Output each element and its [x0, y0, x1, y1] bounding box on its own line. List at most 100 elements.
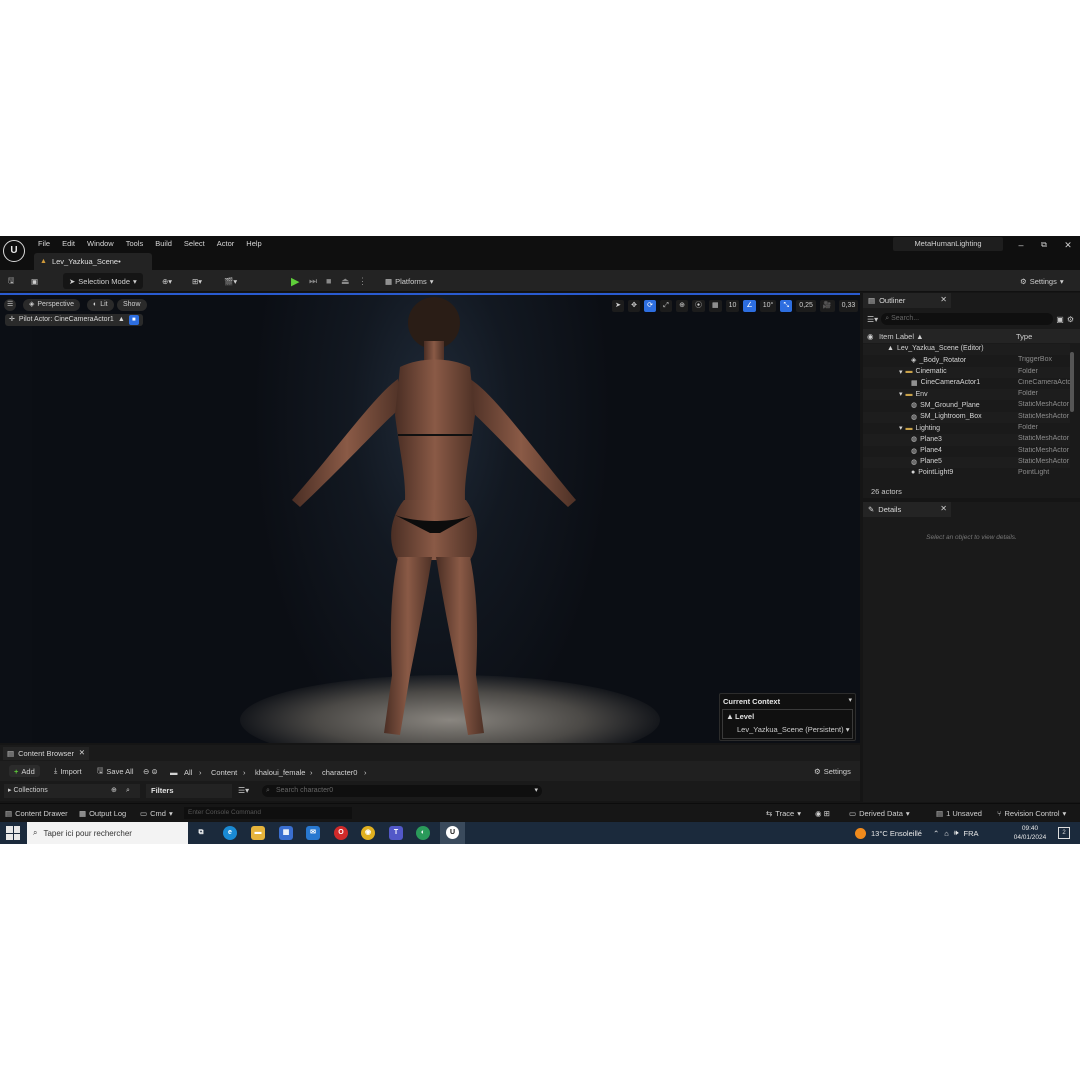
trace-dropdown[interactable]: ⇆ Trace ▾ [766, 808, 801, 819]
opera-icon[interactable]: O [334, 826, 348, 840]
level-viewport[interactable]: ☰ ◈ Perspective ◐ Lit Show ✛ Pilot Actor… [0, 293, 860, 743]
outliner-row[interactable]: ◍ Plane5 StaticMeshActor [863, 456, 1070, 469]
step-icon[interactable]: ⏭ [309, 273, 317, 289]
outliner-row[interactable]: ◍ SM_Ground_Plane StaticMeshActor [863, 400, 1070, 411]
scale-snap-value[interactable]: 0,25 [796, 299, 816, 312]
lock-icon[interactable]: ▲ [118, 314, 125, 326]
outliner-tab[interactable]: ▤ Outliner ✕ [863, 293, 951, 308]
filter-icon[interactable]: ☰▾ [867, 315, 878, 324]
stop-icon[interactable]: ■ [326, 273, 331, 289]
outliner-scrollbar[interactable] [1070, 352, 1074, 412]
teams-icon[interactable]: T [389, 826, 403, 840]
gear-icon[interactable]: ⚙ [1067, 315, 1074, 324]
save-icon[interactable]: 🖫 [8, 273, 14, 289]
metahuman-character[interactable] [280, 295, 580, 743]
blueprint-icon[interactable]: ⊞▾ [192, 273, 202, 289]
notification-icon[interactable]: 2 [1058, 827, 1070, 839]
maximize-button[interactable]: ⧉ [1033, 238, 1055, 252]
item-label-column[interactable]: Item Label ▲ [879, 332, 924, 341]
outliner-row[interactable]: ▾ ▬ Env Folder [863, 389, 1070, 401]
outliner-row[interactable]: ▾ ▬ Lighting Folder [863, 423, 1070, 434]
chevron-down-icon[interactable]: ▾ [848, 696, 852, 704]
rotate-tool-icon[interactable]: ⟳ [644, 299, 656, 312]
mail-icon[interactable]: ✉ [306, 826, 320, 840]
eject-icon[interactable]: ⏏ [341, 273, 350, 289]
camera-speed-value[interactable]: 0,33 [838, 299, 859, 312]
add-collection-icon[interactable]: ⊕ [111, 784, 117, 798]
weather-label[interactable]: 13°C Ensoleillé [871, 829, 922, 838]
outliner-row[interactable]: ▾ ▬ Cinematic Folder [863, 366, 1070, 378]
filter-icon[interactable]: ☰▾ [238, 786, 249, 795]
volume-icon[interactable]: 🕪 [954, 828, 959, 838]
camera-speed-icon[interactable]: 🎥 [819, 299, 835, 312]
chrome-icon[interactable]: ◉ [361, 826, 375, 840]
menu-tools[interactable]: Tools [120, 238, 150, 250]
rotation-snap-icon[interactable]: ∠ [743, 299, 756, 312]
collections-section[interactable]: ▸ Collections ⊕ ⌕ [4, 784, 140, 798]
new-folder-icon[interactable]: ▣ [1056, 315, 1064, 324]
content-drawer-button[interactable]: ▤ Content Drawer [5, 808, 68, 819]
selection-mode-dropdown[interactable]: ➤ Selection Mode ▾ [63, 273, 143, 289]
revision-control-button[interactable]: ⑂ Revision Control ▾ [997, 808, 1066, 819]
show-button[interactable]: Show [117, 299, 147, 311]
close-window-button[interactable]: ✕ [1057, 238, 1079, 252]
tray-chevron-icon[interactable]: ⌃ [933, 829, 939, 838]
details-tab[interactable]: ✎ Details ✕ [863, 502, 951, 517]
breadcrumb-character0[interactable]: character0 [322, 768, 357, 777]
outliner-row[interactable]: ● PointLight9 PointLight [863, 468, 1070, 479]
grid-size-value[interactable]: 10 [725, 299, 740, 312]
taskbar-search-box[interactable]: ⌕ Taper ici pour rechercher [27, 822, 188, 844]
move-tool-icon[interactable]: ✥ [628, 299, 640, 312]
breadcrumb-khaloui-female[interactable]: khaloui_female [255, 768, 305, 777]
select-tool-icon[interactable]: ➤ [612, 299, 624, 312]
eject-pilot-icon[interactable]: ✛ [9, 314, 15, 326]
expand-arrow-icon[interactable]: ▾ [899, 390, 903, 398]
add-button[interactable]: + Add [9, 765, 40, 777]
expand-arrow-icon[interactable]: ▾ [899, 368, 903, 376]
outliner-row[interactable]: ◍ Plane4 StaticMeshActor [863, 446, 1070, 457]
scale-tool-icon[interactable]: ⤢ [660, 299, 672, 312]
content-icon[interactable]: ▣ [31, 273, 38, 289]
more-options-icon[interactable]: ⋮ [358, 273, 367, 289]
taskbar-clock[interactable]: 09:40 04/01/2024 [1010, 824, 1050, 842]
task-view-icon[interactable]: ⧉ [194, 826, 208, 840]
windows-start-icon[interactable] [6, 826, 20, 840]
close-tab-icon[interactable]: ✕ [79, 748, 85, 757]
rotation-snap-value[interactable]: 10° [759, 299, 777, 312]
expand-arrow-icon[interactable]: ▾ [899, 424, 903, 432]
outliner-row[interactable]: ◍ SM_Lightroom_Box StaticMeshActor [863, 411, 1070, 424]
outliner-row[interactable]: ◍ Plane3 StaticMeshActor [863, 434, 1070, 446]
surface-snap-icon[interactable]: ⦿ [692, 299, 705, 312]
outliner-search-input[interactable]: ⌕ Search... [881, 313, 1054, 325]
settings-dropdown[interactable]: ⚙ Settings ▾ [1020, 273, 1064, 289]
breadcrumb-all[interactable]: All [184, 768, 192, 777]
visibility-eye-icon[interactable]: ◉ [867, 332, 874, 341]
close-tab-icon[interactable]: ✕ [940, 504, 947, 513]
outliner-row[interactable]: ▲ Lev_Yazkua_Scene (Editor) [863, 344, 1070, 356]
search-icon[interactable]: ⌕ [126, 784, 130, 798]
scale-snap-icon[interactable]: ⤡ [780, 299, 793, 312]
output-log-button[interactable]: ▦ Output Log [79, 808, 126, 819]
menu-build[interactable]: Build [149, 238, 178, 250]
play-button[interactable]: ▶ [291, 273, 299, 289]
content-browser-tab[interactable]: ▤ Content Browser ✕ [3, 747, 89, 760]
content-settings-button[interactable]: ⚙ Settings [814, 765, 851, 777]
menu-edit[interactable]: Edit [56, 238, 81, 250]
import-button[interactable]: ⤓ Import [54, 765, 82, 777]
cmd-dropdown[interactable]: ▭ Cmd ▾ [140, 808, 173, 819]
close-tab-icon[interactable]: ✕ [940, 295, 947, 304]
console-command-input[interactable]: Enter Console Command [184, 807, 352, 819]
derived-data-button[interactable]: ▭ Derived Data ▾ [849, 808, 910, 819]
menu-file[interactable]: File [32, 238, 56, 250]
file-explorer-icon[interactable]: ▬ [251, 826, 265, 840]
network-icon[interactable]: ⌂ [944, 829, 949, 838]
store-icon[interactable]: ▦ [279, 826, 293, 840]
platforms-dropdown[interactable]: ▦ Platforms ▾ [385, 273, 434, 289]
save-all-button[interactable]: 🖫 Save All [97, 765, 134, 777]
lit-button[interactable]: ◐ Lit [87, 299, 114, 311]
camera-icon[interactable]: ■ [128, 315, 139, 325]
perspective-button[interactable]: ◈ Perspective [23, 299, 80, 311]
language-label[interactable]: FRA [964, 829, 979, 838]
content-search-input[interactable]: ⌕ Search character0 ▾ [262, 785, 542, 797]
recorder-icon[interactable]: ◉ ⊞ [815, 808, 830, 819]
